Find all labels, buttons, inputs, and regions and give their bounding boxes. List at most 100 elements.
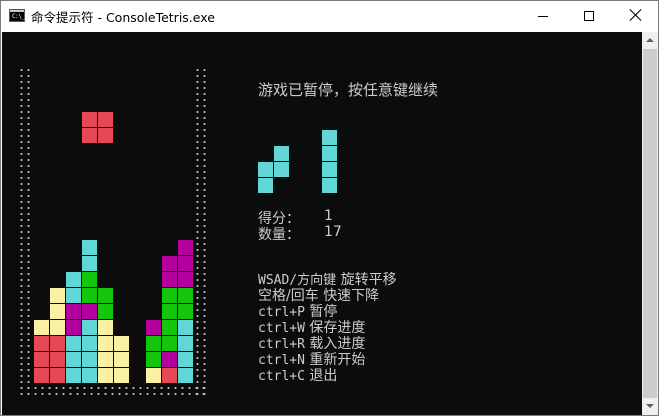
board-block	[178, 256, 193, 271]
console-area[interactable]: 游戏已暂停，按任意键继续 得分： 1 数量： 17 WSAD/方向键 旋转平移 …	[2, 32, 642, 415]
board-block	[98, 304, 113, 319]
board-block	[66, 352, 81, 367]
board-block	[50, 304, 65, 319]
board-block	[66, 368, 81, 383]
board-block	[114, 352, 129, 367]
maximize-icon	[584, 11, 594, 21]
board-block	[82, 288, 97, 303]
count-row: 数量： 17	[258, 224, 342, 244]
next-piece-block	[322, 162, 337, 177]
help-action: 载入进度	[309, 336, 366, 352]
board-block	[50, 320, 65, 335]
help-line: 空格/回车 快速下降	[258, 288, 379, 304]
falling-piece-block	[82, 112, 97, 127]
help-action: 保存进度	[309, 320, 366, 336]
count-label: 数量：	[258, 227, 300, 243]
board-block	[162, 256, 177, 271]
next-piece-block	[258, 178, 273, 193]
paused-message: 游戏已暂停，按任意键继续	[258, 81, 439, 99]
board-block	[162, 336, 177, 351]
board-block	[178, 304, 193, 319]
board-block	[178, 336, 193, 351]
board-block	[66, 272, 81, 287]
board-block	[34, 352, 49, 367]
minimize-icon	[538, 16, 548, 17]
board-block	[178, 320, 193, 335]
falling-piece-block	[98, 128, 113, 143]
help-action: 暂停	[309, 304, 338, 320]
help-key: WSAD/方向键	[258, 273, 337, 288]
board-block	[50, 288, 65, 303]
board-block	[82, 352, 97, 367]
board-block	[50, 336, 65, 351]
scroll-down-arrow-icon[interactable]	[642, 398, 658, 415]
board-block	[162, 368, 177, 383]
board-block	[114, 336, 129, 351]
board-block	[162, 272, 177, 287]
falling-piece-block	[98, 112, 113, 127]
vertical-scrollbar[interactable]	[642, 32, 658, 415]
scroll-thumb[interactable]	[643, 49, 657, 398]
help-key: ctrl+C	[258, 369, 305, 384]
help-action: 快速下降	[323, 288, 380, 304]
board-block	[82, 240, 97, 255]
board-block	[98, 352, 113, 367]
board-block	[178, 352, 193, 367]
next-piece-block	[274, 162, 289, 177]
board-block	[98, 320, 113, 335]
board-block	[162, 288, 177, 303]
help-key: 空格/回车	[258, 288, 319, 304]
help-line: WSAD/方向键 旋转平移	[258, 272, 397, 289]
board-block	[162, 352, 177, 367]
board-block	[82, 304, 97, 319]
board-block	[146, 352, 161, 367]
board-block	[98, 368, 113, 383]
help-key: ctrl+W	[258, 321, 305, 336]
board-block	[82, 256, 97, 271]
board-block	[146, 320, 161, 335]
board-block	[162, 320, 177, 335]
board-block	[114, 368, 129, 383]
board-block	[146, 368, 161, 383]
help-line: ctrl+W 保存进度	[258, 320, 365, 337]
board-block	[146, 336, 161, 351]
maximize-button[interactable]	[566, 1, 612, 31]
title-bar[interactable]: C:\_ 命令提示符 - ConsoleTetris.exe	[1, 1, 658, 31]
help-line: ctrl+N 重新开始	[258, 352, 365, 369]
close-button[interactable]	[612, 1, 658, 31]
board-block	[82, 272, 97, 287]
board-block	[50, 352, 65, 367]
board-block	[82, 336, 97, 351]
board-block	[34, 336, 49, 351]
scroll-up-arrow-icon[interactable]	[642, 32, 658, 49]
help-key: ctrl+R	[258, 337, 305, 352]
console-window: C:\_ 命令提示符 - ConsoleTetris.exe 游戏已暂停，按任意…	[0, 0, 659, 416]
board-block	[34, 368, 49, 383]
next-piece-block	[322, 178, 337, 193]
board-block	[178, 288, 193, 303]
board-block	[66, 304, 81, 319]
board-block	[178, 368, 193, 383]
minimize-button[interactable]	[520, 1, 566, 31]
board-block	[162, 304, 177, 319]
board-block	[66, 336, 81, 351]
board-block	[82, 320, 97, 335]
next-piece-block	[258, 162, 273, 177]
help-line: ctrl+P 暂停	[258, 304, 337, 321]
next-piece-block	[322, 146, 337, 161]
help-action: 旋转平移	[340, 272, 397, 288]
help-action: 重新开始	[309, 352, 366, 368]
window-title: 命令提示符 - ConsoleTetris.exe	[31, 10, 215, 25]
close-icon	[629, 9, 641, 21]
help-action: 退出	[309, 368, 338, 384]
next-piece-block	[322, 130, 337, 145]
help-line: ctrl+C 退出	[258, 368, 337, 385]
board-block	[66, 288, 81, 303]
board-block	[82, 368, 97, 383]
command-prompt-icon[interactable]: C:\_	[9, 9, 25, 22]
score-value: 1	[324, 208, 333, 224]
board-block	[98, 288, 113, 303]
falling-piece-block	[82, 128, 97, 143]
help-key: ctrl+N	[258, 353, 305, 368]
board-block	[178, 272, 193, 287]
